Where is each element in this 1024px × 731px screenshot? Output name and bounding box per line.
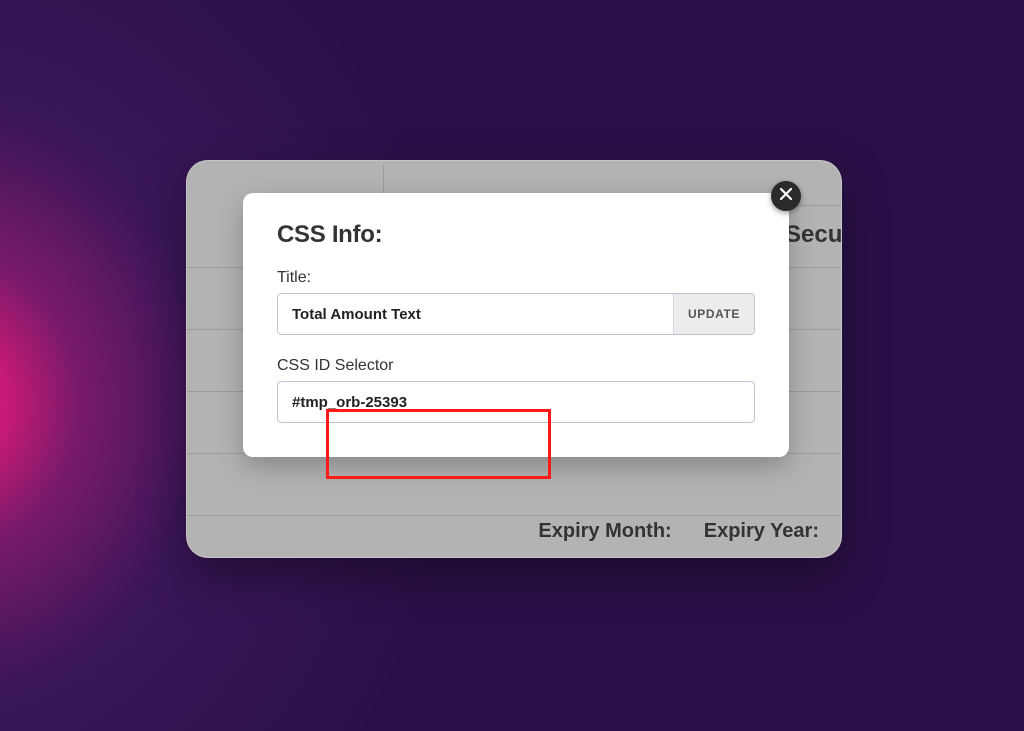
update-button[interactable]: UPDATE [673,294,754,334]
close-icon [780,187,792,205]
expiry-year-label: Expiry Year: [704,520,819,543]
expiry-month-label: Expiry Month: [538,520,671,543]
selector-label: CSS ID Selector [277,357,755,375]
bg-security-label-partial: Secu [785,221,841,251]
close-button[interactable] [771,181,801,211]
app-window: Secu Expiry Month: Expiry Year: CSS Info… [186,160,842,558]
title-input-row: UPDATE [277,293,755,335]
bg-form-labels: Expiry Month: Expiry Year: [538,520,819,543]
css-id-selector-value[interactable]: #tmp_orb-25393 [277,381,755,423]
css-info-modal: CSS Info: Title: UPDATE CSS ID Selector … [243,193,789,457]
title-label: Title: [277,269,755,287]
title-input[interactable] [278,294,673,334]
bg-row-line [187,515,841,516]
modal-heading: CSS Info: [277,221,755,249]
